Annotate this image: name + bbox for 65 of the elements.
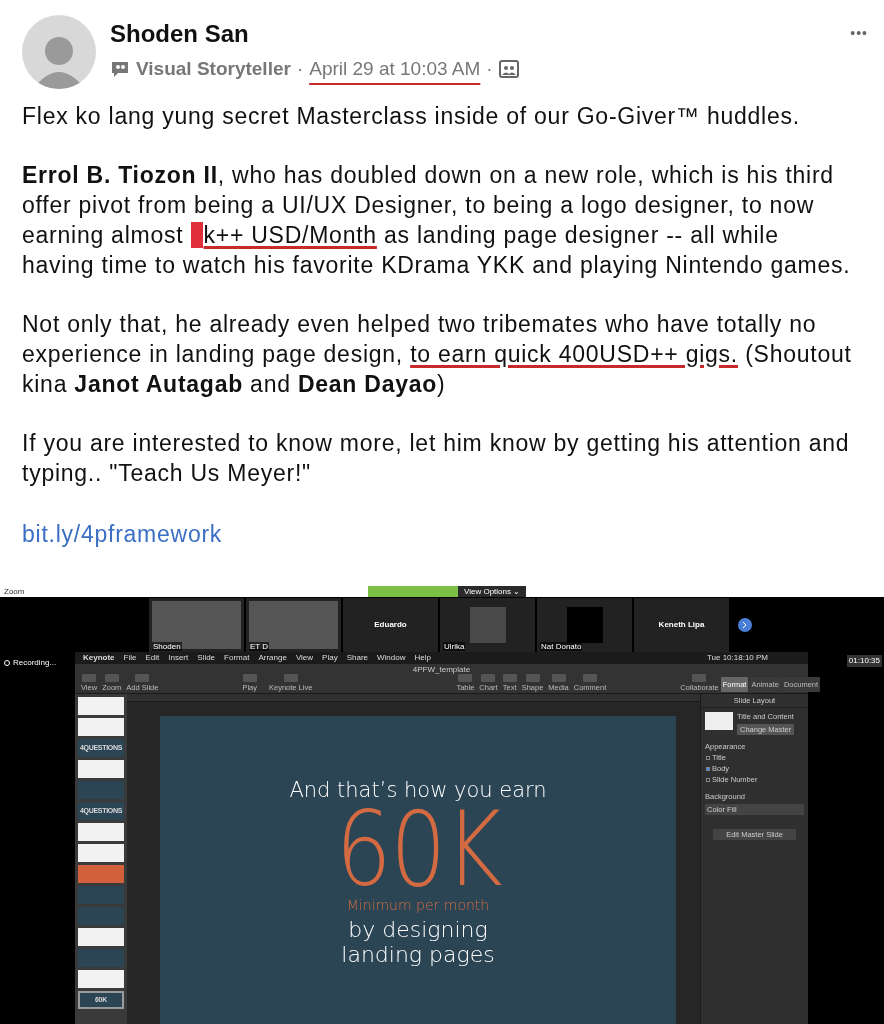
participant-name: ET D — [249, 642, 270, 651]
chevron-right-icon — [742, 621, 748, 629]
participant-tile[interactable]: Eduardo — [342, 597, 439, 653]
menu-item[interactable]: Share — [346, 652, 368, 664]
post-paragraph: Errol B. Tiozon II, who has doubled down on a new role, which is his third offer pivot from being a UI/UX Designer, to being a logo designer, to now earning almost k++ USD/Month as landing page designer -- all while having time to watch his favorite KDrama YKK and playing Nintendo games. — [22, 161, 852, 280]
more-options-button[interactable]: ••• — [850, 23, 868, 44]
recording-status: Recording... — [13, 657, 57, 669]
meeting-timer: 01:10:35 — [846, 655, 882, 667]
slide-thumbnail[interactable] — [78, 781, 124, 799]
next-page-button[interactable] — [738, 618, 752, 632]
separator-dot: · — [296, 57, 304, 81]
post-paragraph: Flex ko lang yung secret Masterclass inside of our Go-Giver™ huddles. — [22, 102, 801, 131]
menu-item[interactable]: Keynote — [83, 652, 115, 664]
slide-thumbnail[interactable] — [78, 697, 124, 715]
photo-placeholder — [469, 607, 506, 643]
participant-name: Nat Donato — [540, 642, 583, 651]
participant-name: Keneth Lipa — [658, 619, 705, 631]
slide-thumbnail[interactable] — [78, 718, 124, 736]
menu-bar-clock: Tue 10:18:10 PM — [706, 652, 769, 664]
post-paragraph: If you are interested to know more, let him know by getting his attention and typing.. "Teach Us Meyer!" — [22, 429, 851, 488]
post-timestamp[interactable]: April 29 at 10:03 AM — [309, 55, 481, 84]
participant-tile[interactable]: Shoden — [148, 597, 245, 653]
participant-name: Eduardo — [374, 619, 407, 631]
slide-text: by designing — [348, 916, 488, 942]
menu-item[interactable]: Help — [414, 652, 431, 664]
slide-thumbnail[interactable] — [78, 949, 124, 967]
slide-thumbnail[interactable] — [78, 844, 124, 862]
slide-text: And that’s how you earn — [289, 776, 547, 802]
post-paragraph: Not only that, he already even helped two tribemates who have totally no experience in landing page design, to earn quick 400USD++ gigs. (Shoutout kina Janot Autagab and Dean Dayao) — [22, 310, 853, 399]
participant-name: Ulrika — [443, 642, 466, 651]
menu-item[interactable]: View — [295, 652, 314, 664]
blank-video — [566, 607, 603, 643]
slide-thumbnail[interactable] — [78, 928, 124, 946]
menu-item[interactable]: Arrange — [258, 652, 287, 664]
slide-text: landing pages — [341, 941, 495, 967]
participant-tile[interactable]: Keneth Lipa — [633, 597, 730, 653]
menu-item[interactable]: Format — [224, 652, 250, 664]
menu-item[interactable]: Edit — [145, 652, 160, 664]
menu-item[interactable]: File — [123, 652, 137, 664]
menu-item[interactable]: Window — [377, 652, 406, 664]
menu-item[interactable]: Slide — [197, 652, 216, 664]
participant-tile[interactable]: Ulrika — [439, 597, 536, 653]
layout-thumbnail — [705, 712, 733, 730]
menu-item[interactable]: Insert — [168, 652, 189, 664]
group-icon — [110, 60, 130, 79]
slide-thumbnail[interactable] — [78, 886, 124, 904]
slide-thumbnail[interactable] — [78, 823, 124, 841]
slide-text: 60K — [335, 800, 501, 897]
separator-dot: · — [486, 57, 493, 81]
author-name[interactable]: Shoden San — [110, 19, 519, 49]
slide-text: Minimum per month — [346, 896, 490, 913]
slide-thumbnail[interactable] — [78, 760, 124, 778]
audience-icon — [498, 59, 519, 80]
slide-thumbnail[interactable] — [78, 970, 124, 988]
post-link[interactable]: bit.ly/4pframework — [22, 519, 856, 549]
menu-item[interactable]: Play — [322, 652, 338, 664]
document-title: 4PFW_template — [412, 665, 471, 674]
view-options-button[interactable]: View Options ⌄ — [458, 586, 527, 597]
participant-tile[interactable]: Nat Donato — [536, 597, 633, 653]
window-title: Zoom — [3, 586, 25, 598]
slide-thumbnail[interactable] — [78, 865, 124, 883]
slide-thumbnail[interactable] — [78, 907, 124, 925]
participant-tile[interactable]: ET D — [245, 597, 342, 653]
group-link[interactable]: Visual Storyteller — [136, 55, 291, 84]
participant-name: Shoden — [152, 642, 182, 651]
